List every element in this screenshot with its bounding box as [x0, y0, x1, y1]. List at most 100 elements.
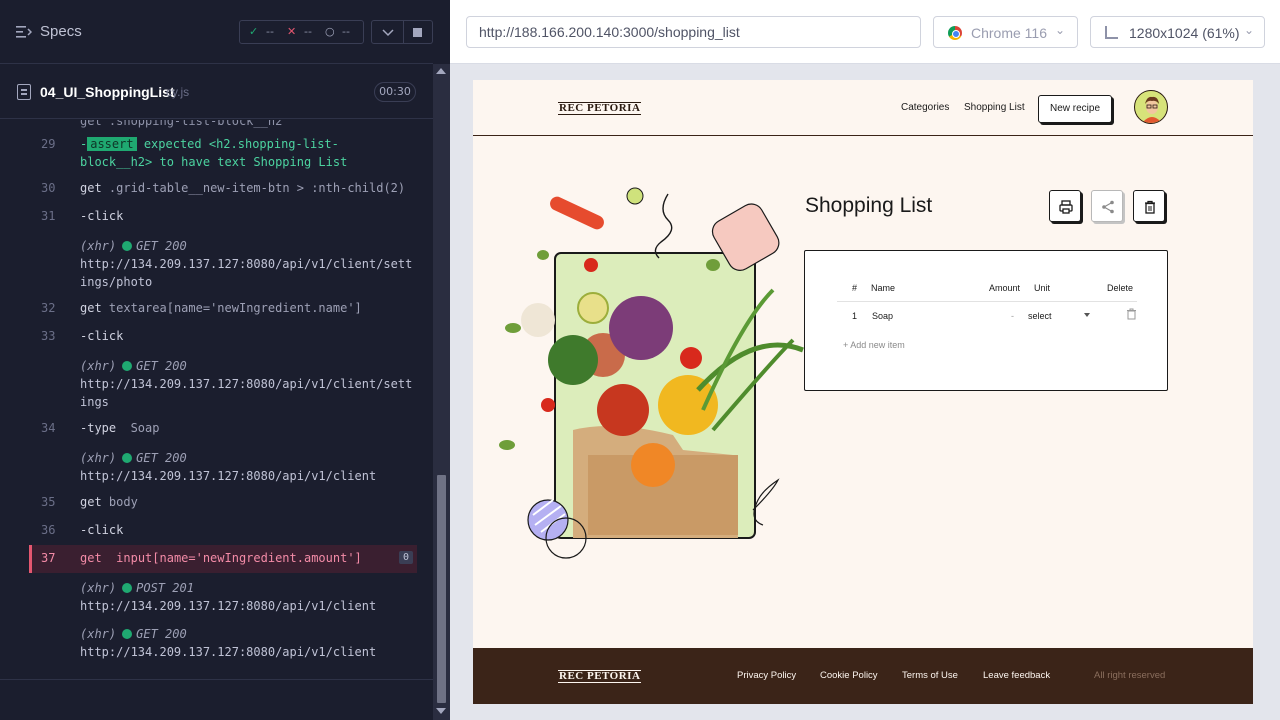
browser-selector[interactable]: Chrome 116 ⌄ [933, 16, 1078, 48]
stop-button[interactable] [404, 20, 433, 44]
footer-link-terms[interactable]: Terms of Use [902, 670, 958, 681]
xhr-status: POST 201 [136, 581, 194, 595]
copyright-text: All right reserved [1094, 670, 1166, 681]
status-dot-icon [122, 629, 133, 639]
command-name: get [80, 495, 102, 509]
viewport-info[interactable]: 1280x1024 (61%) ⌄ [1090, 16, 1265, 48]
xhr-tag: (xhr) [80, 239, 117, 253]
element-count-badge: 0 [398, 551, 413, 564]
cross-icon: ✕ [287, 25, 297, 38]
spec-duration: 00:30 [374, 82, 416, 102]
failed-command-row[interactable]: 37 get input[name='newIngredient.amount'… [29, 545, 417, 573]
xhr-url: http://134.209.137.127:8080/api/v1/clien… [80, 377, 413, 391]
app-logo[interactable]: REC PETORIA [558, 102, 642, 115]
xhr-tag: (xhr) [80, 627, 117, 641]
new-recipe-button[interactable]: New recipe [1038, 95, 1112, 123]
passed-count: -- [266, 25, 274, 38]
header-divider [837, 301, 1137, 302]
chevron-down-icon: ⌄ [1054, 23, 1065, 37]
delete-list-button[interactable] [1133, 190, 1165, 222]
command-number: 30 [41, 181, 56, 195]
scroll-down-arrow-icon[interactable] [436, 708, 446, 714]
command-text: -type Soap [80, 421, 159, 435]
row-num: 1 [852, 311, 858, 321]
xhr-url-cont: ings/photo [80, 275, 153, 289]
url-bar[interactable] [466, 16, 921, 48]
xhr-tag: (xhr) [80, 581, 117, 595]
specs-label[interactable]: Specs [40, 23, 82, 40]
command-arg: body [108, 495, 138, 509]
xhr-url: http://134.209.137.127:8080/api/v1/clien… [80, 645, 377, 659]
assert-line1: expected <h2.shopping-list- [136, 137, 339, 151]
footer-link-privacy[interactable]: Privacy Policy [737, 670, 796, 681]
specs-list-icon[interactable] [16, 25, 32, 39]
row-name-field[interactable]: Soap [872, 311, 893, 321]
command-name: -click [80, 523, 124, 537]
row-unit-select[interactable]: select [1028, 311, 1090, 321]
trash-icon [1145, 200, 1155, 214]
command-name: get [80, 301, 102, 315]
avatar-face-icon [1144, 96, 1160, 123]
print-button[interactable] [1049, 190, 1081, 222]
viewport-size: 1280x1024 (61%) [1129, 25, 1240, 41]
xhr-url: http://134.209.137.127:8080/api/v1/clien… [80, 257, 413, 271]
command-number: 37 [41, 551, 56, 565]
xhr-label: (xhr) GET 200 [80, 451, 187, 465]
command-arg: textarea[name='newIngredient.name'] [108, 301, 362, 315]
status-dot-icon [122, 241, 133, 251]
chevron-down-icon [382, 29, 394, 37]
command-text: get .shopping-list-block__h2 [80, 120, 283, 128]
command-number: 32 [41, 301, 56, 315]
command-name: get [80, 551, 102, 565]
xhr-status: GET 200 [136, 451, 187, 465]
collapse-button[interactable] [371, 20, 404, 44]
xhr-url: http://134.209.137.127:8080/api/v1/clien… [80, 469, 377, 483]
xhr-label: (xhr) GET 200 [80, 239, 187, 253]
test-runner-panel: Specs ✓ -- ✕ -- ○ -- 04_UI_ShoppingList … [0, 0, 450, 720]
xhr-status: GET 200 [136, 359, 187, 373]
xhr-label: (xhr) GET 200 [80, 627, 187, 641]
status-dot-icon [122, 453, 133, 463]
scrollbar-thumb[interactable] [437, 475, 446, 703]
page-title: Shopping List [805, 194, 933, 217]
scroll-up-arrow-icon[interactable] [436, 68, 446, 74]
share-button[interactable] [1091, 190, 1123, 222]
footer-link-feedback[interactable]: Leave feedback [983, 670, 1050, 681]
xhr-status: GET 200 [136, 239, 187, 253]
pending-count: -- [342, 25, 350, 38]
groceries-illustration [499, 187, 804, 559]
nav-shopping-list[interactable]: Shopping List [964, 102, 1025, 113]
command-number: 35 [41, 495, 56, 509]
assert-text: - assert expected <h2.shopping-list- [80, 137, 339, 151]
command-text: get input[name='newIngredient.amount'] [80, 551, 362, 565]
command-arg: Soap [130, 421, 160, 435]
command-text: get body [80, 495, 138, 509]
file-icon [17, 84, 31, 100]
row-amount-field[interactable]: - [1011, 311, 1014, 321]
printer-icon [1059, 200, 1073, 214]
ruler-icon [1105, 26, 1118, 39]
command-number: 29 [41, 137, 56, 151]
command-number: 36 [41, 523, 56, 537]
app-preview: REC PETORIA Categories Shopping List New… [473, 80, 1253, 704]
xhr-label: (xhr) GET 200 [80, 359, 187, 373]
user-avatar[interactable] [1134, 90, 1168, 124]
test-stats: ✓ -- ✕ -- ○ -- [239, 20, 364, 44]
xhr-url-cont: ings [80, 395, 109, 409]
nav-categories[interactable]: Categories [901, 102, 949, 113]
col-delete: Delete [1107, 283, 1134, 293]
command-number: 33 [41, 329, 56, 343]
failed-count: -- [304, 25, 312, 38]
divider [0, 679, 433, 680]
footer-link-cookie[interactable]: Cookie Policy [820, 670, 878, 681]
col-unit: Unit [1034, 283, 1051, 293]
footer-logo[interactable]: REC PETORIA [558, 670, 642, 683]
chevron-down-icon: ⌄ [1243, 23, 1254, 37]
browser-toolbar: Chrome 116 ⌄ 1280x1024 (61%) ⌄ [450, 0, 1280, 64]
command-number: 31 [41, 209, 56, 223]
spec-file-row[interactable]: 04_UI_ShoppingList cy.js 00:30 [0, 65, 433, 119]
row-delete-icon[interactable] [1126, 308, 1137, 320]
command-text: get .grid-table__new-item-btn > :nth-chi… [80, 181, 405, 195]
add-new-item-button[interactable]: + Add new item [843, 340, 905, 350]
chrome-icon [948, 26, 962, 40]
